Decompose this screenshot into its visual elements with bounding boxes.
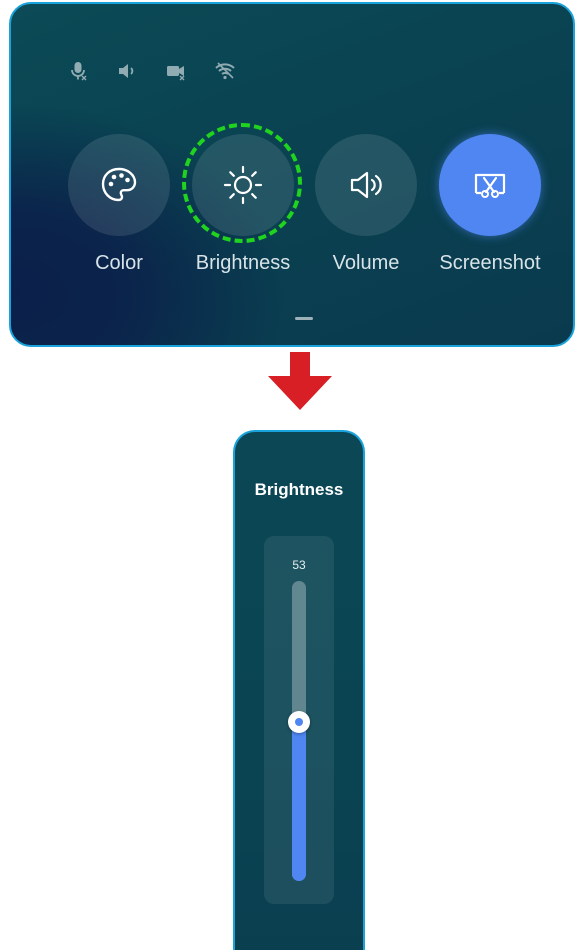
screenshot-scissors-icon bbox=[468, 163, 512, 207]
screenshot-tile[interactable]: Screenshot bbox=[425, 134, 555, 275]
color-tile[interactable]: Color bbox=[54, 134, 184, 275]
volume-label: Volume bbox=[332, 252, 400, 274]
brightness-value: 53 bbox=[292, 558, 306, 572]
speaker-volume-icon bbox=[344, 163, 388, 207]
brightness-label: Brightness bbox=[195, 252, 291, 274]
brightness-slider-track[interactable] bbox=[288, 581, 310, 881]
panel-drag-handle[interactable] bbox=[295, 317, 313, 320]
arrow-down-icon bbox=[268, 352, 332, 416]
brightness-panel: Brightness 53 bbox=[233, 430, 365, 950]
brightness-slider-card: 53 bbox=[264, 536, 334, 904]
brightness-tile[interactable]: Brightness bbox=[178, 134, 308, 275]
screenshot-label: Screenshot bbox=[439, 252, 541, 274]
color-button[interactable] bbox=[68, 134, 170, 236]
slider-thumb-dot bbox=[295, 718, 303, 726]
brightness-slider-fill bbox=[292, 722, 306, 881]
brightness-slider-thumb[interactable] bbox=[288, 711, 310, 733]
palette-icon bbox=[99, 165, 139, 205]
quick-settings-panel: Color Brightness Volume Screenshot bbox=[9, 2, 575, 347]
volume-tile[interactable]: Volume bbox=[301, 134, 431, 275]
quick-tiles: Color Brightness Volume Screenshot bbox=[11, 4, 573, 345]
sun-icon bbox=[221, 163, 265, 207]
volume-button[interactable] bbox=[315, 134, 417, 236]
color-label: Color bbox=[95, 252, 143, 274]
brightness-panel-title: Brightness bbox=[254, 480, 344, 499]
screenshot-button[interactable] bbox=[439, 134, 541, 236]
brightness-button[interactable] bbox=[192, 134, 294, 236]
stage: Color Brightness Volume Screenshot Brigh… bbox=[0, 0, 578, 950]
